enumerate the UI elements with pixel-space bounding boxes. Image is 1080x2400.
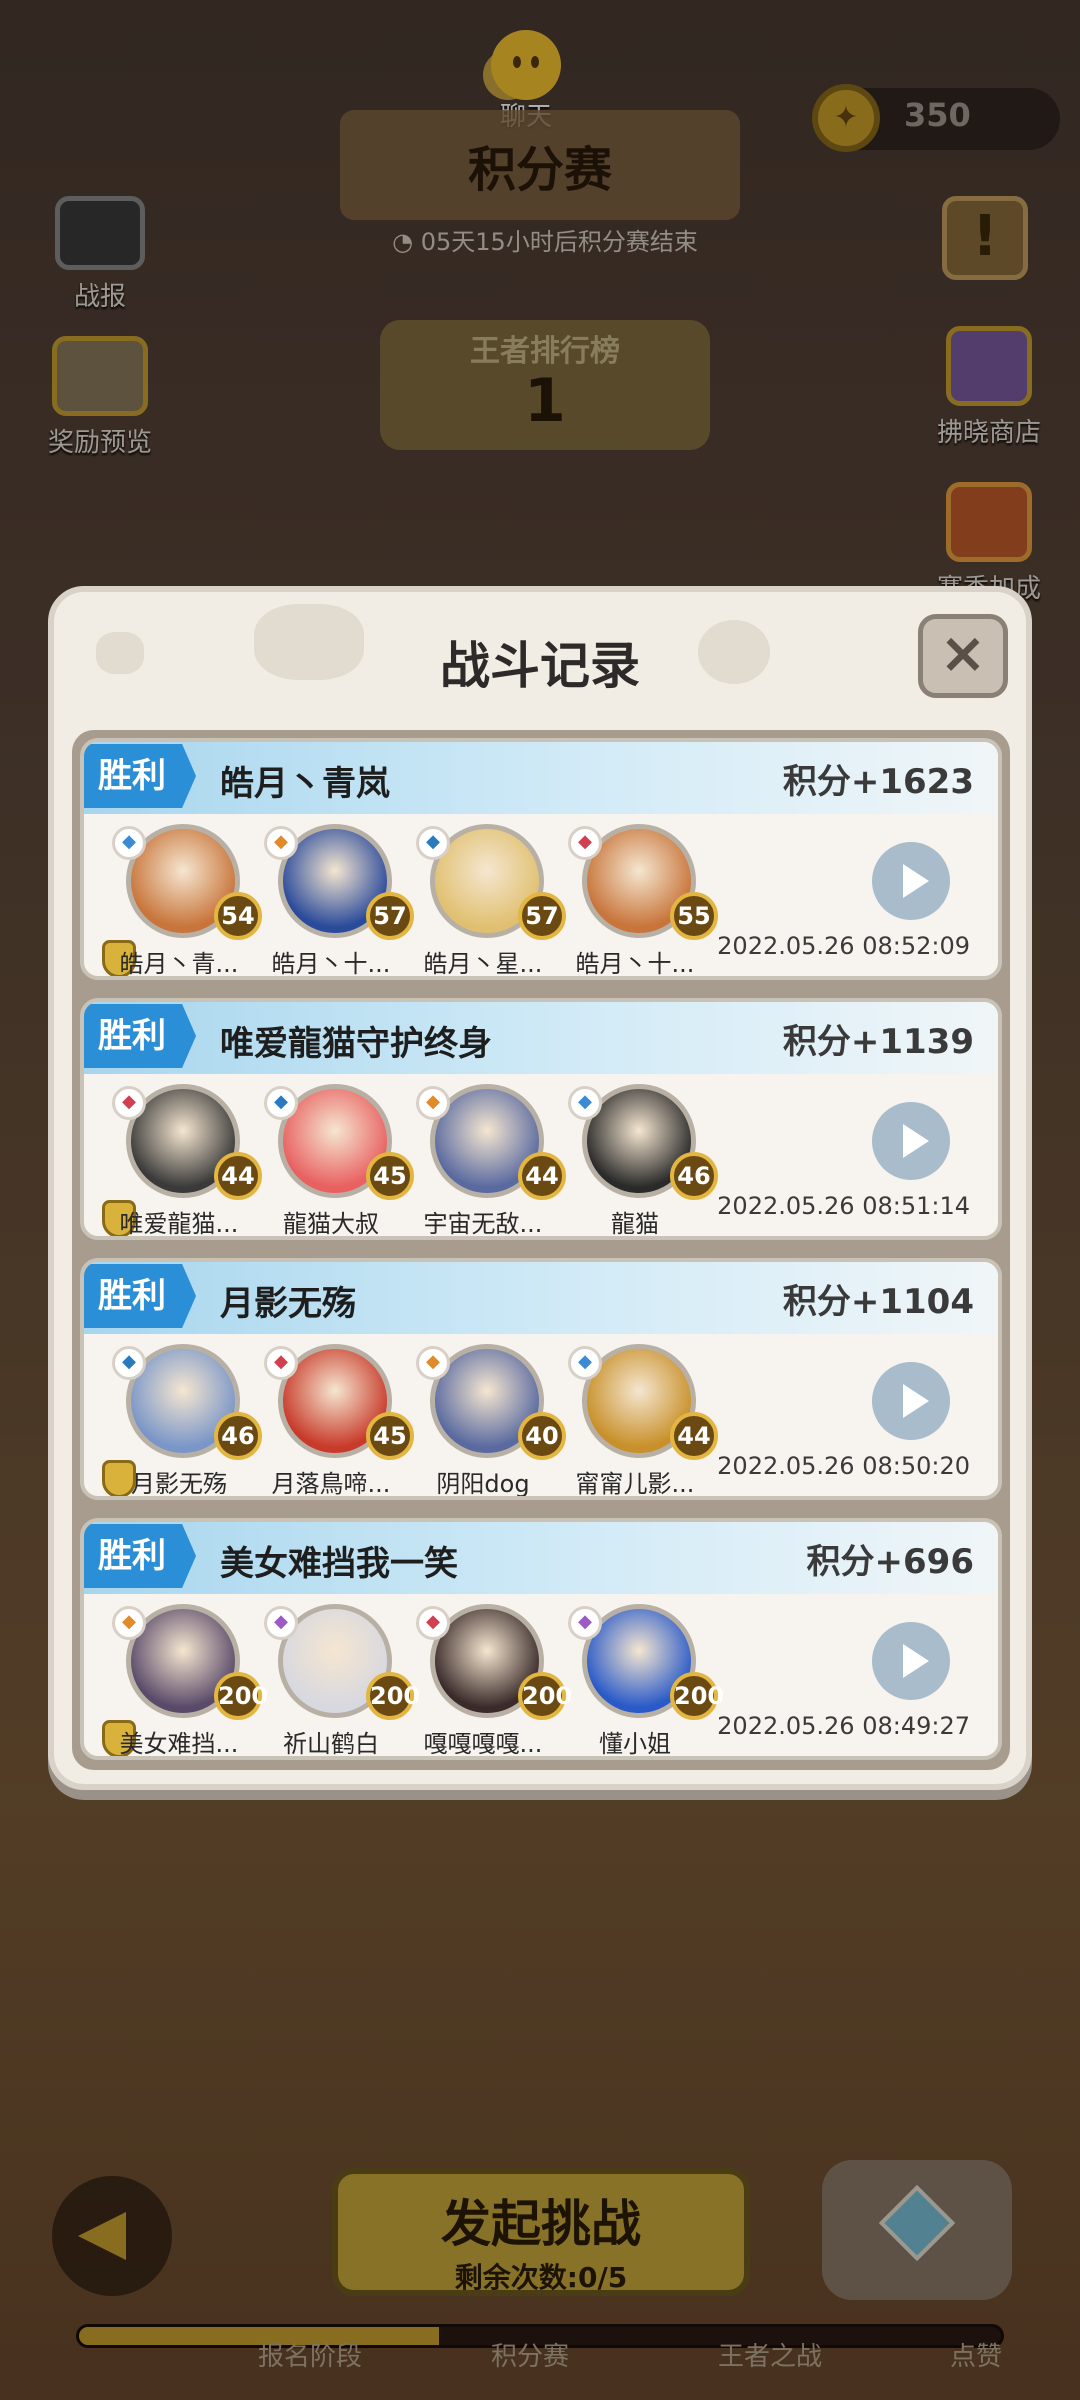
- hero-slot: ◆ 54 皓月丶青...: [104, 824, 262, 976]
- hero-level: 200: [518, 1672, 572, 1720]
- hero-slot: ◆ 45 月落鳥啼...: [256, 1344, 414, 1496]
- hero-class-icon: ◆: [568, 1606, 602, 1640]
- hero-owner-name: 月影无殇: [131, 1470, 227, 1498]
- hero-level: 44: [518, 1152, 566, 1200]
- hero-owner-name: 龍猫大叔: [283, 1210, 379, 1238]
- opponent-name: 皓月丶青岚: [220, 764, 390, 804]
- hero-owner-name: 宇宙无敌...: [423, 1210, 543, 1238]
- hero-class-icon: ◆: [568, 826, 602, 860]
- hero-owner-name: 美女难挡...: [119, 1730, 239, 1758]
- hero-slot: ◆ 40 阴阳dog: [408, 1344, 566, 1496]
- hero-class-icon: ◆: [264, 1346, 298, 1380]
- hero-level: 45: [366, 1152, 414, 1200]
- replay-play-button[interactable]: [872, 1102, 950, 1180]
- hero-class-icon: ◆: [112, 1086, 146, 1120]
- dialog-title: 战斗记录: [440, 637, 640, 695]
- win-badge: 胜利: [84, 1524, 196, 1588]
- hero-owner-name: 懂小姐: [599, 1730, 671, 1758]
- hero-slot: ◆ 200 嘎嘎嘎嘎...: [408, 1604, 572, 1756]
- hero-class-icon: ◆: [264, 826, 298, 860]
- hero-class-icon: ◆: [112, 826, 146, 860]
- record-card: 胜利 皓月丶青岚 积分+1623 2022.05.26 08:52:09 ◆ 5…: [80, 738, 1002, 980]
- hero-owner-name: 皓月丶十...: [271, 950, 391, 978]
- score-change: 积分+696: [806, 1542, 974, 1582]
- close-button[interactable]: ×: [918, 614, 1008, 698]
- hero-level: 200: [670, 1672, 724, 1720]
- hero-owner-name: 皓月丶星...: [423, 950, 543, 978]
- hero-level: 46: [670, 1152, 718, 1200]
- hero-owner-name: 龍猫: [611, 1210, 659, 1238]
- hero-class-icon: ◆: [416, 826, 450, 860]
- hero-class-icon: ◆: [416, 1606, 450, 1640]
- hero-slot: ◆ 57 皓月丶十...: [256, 824, 414, 976]
- hero-level: 40: [518, 1412, 566, 1460]
- hero-class-icon: ◆: [264, 1086, 298, 1120]
- hero-level: 45: [366, 1412, 414, 1460]
- hero-owner-name: 阴阳dog: [436, 1470, 530, 1498]
- hero-slot: ◆ 46 龍猫: [560, 1084, 718, 1236]
- hero-owner-name: 祈山鹤白: [283, 1730, 379, 1758]
- hero-level: 44: [214, 1152, 262, 1200]
- opponent-name: 唯爱龍猫守护终身: [220, 1024, 492, 1064]
- hero-level: 54: [214, 892, 262, 940]
- hero-slot: ◆ 46 月影无殇: [104, 1344, 262, 1496]
- hero-slot: ◆ 200 祈山鹤白: [256, 1604, 420, 1756]
- hero-slot: ◆ 200 懂小姐: [560, 1604, 724, 1756]
- hero-slot: ◆ 45 龍猫大叔: [256, 1084, 414, 1236]
- hero-class-icon: ◆: [568, 1086, 602, 1120]
- hero-owner-name: 唯爱龍猫...: [119, 1210, 239, 1238]
- replay-play-button[interactable]: [872, 1362, 950, 1440]
- hero-slot: ◆ 200 美女难挡...: [104, 1604, 268, 1756]
- win-badge: 胜利: [84, 744, 196, 808]
- hero-level: 44: [670, 1412, 718, 1460]
- win-badge: 胜利: [84, 1264, 196, 1328]
- battle-timestamp: 2022.05.26 08:52:09: [717, 932, 970, 960]
- record-card: 胜利 唯爱龍猫守护终身 积分+1139 2022.05.26 08:51:14 …: [80, 998, 1002, 1240]
- hero-slot: ◆ 57 皓月丶星...: [408, 824, 566, 976]
- battle-timestamp: 2022.05.26 08:51:14: [717, 1192, 970, 1220]
- replay-play-button[interactable]: [872, 1622, 950, 1700]
- hero-owner-name: 嘎嘎嘎嘎...: [423, 1730, 543, 1758]
- win-badge: 胜利: [84, 1004, 196, 1068]
- hero-owner-name: 皓月丶青...: [119, 950, 239, 978]
- hero-owner-name: 皓月丶十...: [575, 950, 695, 978]
- hero-level: 57: [518, 892, 566, 940]
- hero-class-icon: ◆: [264, 1606, 298, 1640]
- score-change: 积分+1139: [782, 1022, 974, 1062]
- record-card: 胜利 月影无殇 积分+1104 2022.05.26 08:50:20 ◆ 46…: [80, 1258, 1002, 1500]
- score-change: 积分+1104: [782, 1282, 974, 1322]
- hero-level: 57: [366, 892, 414, 940]
- record-card: 胜利 美女难挡我一笑 积分+696 2022.05.26 08:49:27 ◆ …: [80, 1518, 1002, 1760]
- hero-class-icon: ◆: [112, 1606, 146, 1640]
- hero-level: 46: [214, 1412, 262, 1460]
- opponent-name: 美女难挡我一笑: [220, 1544, 458, 1584]
- hero-slot: ◆ 44 唯爱龍猫...: [104, 1084, 262, 1236]
- opponent-name: 月影无殇: [220, 1284, 356, 1324]
- hero-class-icon: ◆: [416, 1346, 450, 1380]
- battle-timestamp: 2022.05.26 08:50:20: [717, 1452, 970, 1480]
- hero-owner-name: 甯甯儿影...: [575, 1470, 695, 1498]
- hero-class-icon: ◆: [416, 1086, 450, 1120]
- hero-slot: ◆ 44 宇宙无敌...: [408, 1084, 566, 1236]
- hero-slot: ◆ 55 皓月丶十...: [560, 824, 718, 976]
- hero-owner-name: 月落鳥啼...: [271, 1470, 391, 1498]
- hero-level: 55: [670, 892, 718, 940]
- battle-timestamp: 2022.05.26 08:49:27: [717, 1712, 970, 1740]
- hero-level: 200: [366, 1672, 420, 1720]
- score-change: 积分+1623: [782, 762, 974, 802]
- hero-level: 200: [214, 1672, 268, 1720]
- hero-slot: ◆ 44 甯甯儿影...: [560, 1344, 718, 1496]
- close-icon: ×: [939, 621, 987, 686]
- hero-class-icon: ◆: [568, 1346, 602, 1380]
- replay-play-button[interactable]: [872, 842, 950, 920]
- hero-class-icon: ◆: [112, 1346, 146, 1380]
